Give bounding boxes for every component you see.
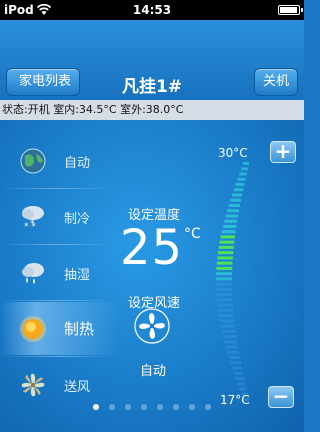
- arc-segment: [216, 293, 233, 297]
- fan-icon[interactable]: [134, 308, 170, 344]
- snow-cloud-icon: * * *: [22, 206, 44, 232]
- arc-segment: [219, 319, 235, 323]
- mode-list: 自动 * * * 制冷 抽湿 制热 送风: [0, 120, 120, 432]
- arc-segment: [237, 382, 246, 386]
- arc-segment: [237, 177, 246, 181]
- mode-label: 制冷: [64, 212, 91, 227]
- arc-segment: [216, 277, 233, 281]
- page-dot[interactable]: [141, 404, 147, 410]
- mode-item-dehumidify[interactable]: 抽湿: [0, 246, 120, 299]
- arc-segment: [228, 203, 240, 207]
- arc-segment: [241, 167, 248, 171]
- mode-label: 制热: [64, 320, 95, 338]
- arc-segment: [224, 340, 238, 344]
- mode-label: 抽湿: [64, 268, 91, 283]
- status-line: 状态:开机 室内:34.5°C 室外:38.0°C: [0, 100, 304, 120]
- navigation-bar: 家电列表 凡挂1# 关机: [0, 20, 304, 100]
- arc-segment: [217, 308, 234, 312]
- increase-temperature-button[interactable]: +: [270, 141, 296, 163]
- divider: [0, 356, 112, 357]
- arc-segment: [239, 172, 247, 176]
- mode-label: 自动: [64, 156, 91, 171]
- divider: [0, 188, 112, 189]
- page-dot[interactable]: [157, 404, 163, 410]
- page-dot[interactable]: [189, 404, 195, 410]
- page-dot[interactable]: [205, 404, 211, 410]
- temperature-value: 25: [120, 220, 184, 276]
- page-dot[interactable]: [109, 404, 115, 410]
- mode-item-heat[interactable]: 制热: [0, 302, 120, 355]
- page-indicator[interactable]: [0, 404, 304, 410]
- arc-segment: [216, 298, 233, 302]
- temperature-arc[interactable]: [200, 158, 260, 404]
- arc-segment-active: [217, 256, 233, 260]
- temperature-unit: °C: [184, 226, 201, 242]
- page-dot[interactable]: [125, 404, 131, 410]
- arc-segment-active: [217, 251, 234, 255]
- control-panel: 自动 * * * 制冷 抽湿 制热 送风 设定温度 25 °C 设定风速 自动 …: [0, 120, 304, 432]
- arc-segment: [220, 324, 235, 328]
- clock: 14:53: [132, 3, 172, 17]
- arc-segment: [225, 345, 239, 349]
- globe-icon: [20, 148, 46, 174]
- arc-segment-active: [220, 235, 235, 239]
- mode-item-auto[interactable]: 自动: [0, 134, 120, 187]
- temperature-panel: 设定温度 25 °C 设定风速 自动: [112, 120, 202, 432]
- arc-segment: [221, 329, 236, 333]
- arc-segment-active: [216, 266, 233, 270]
- arc-segment: [243, 162, 249, 165]
- arc-segment: [221, 230, 236, 234]
- arc-segment: [232, 193, 243, 197]
- arc-segment: [233, 188, 244, 192]
- arc-segment: [225, 214, 239, 218]
- pinwheel-icon: [21, 373, 45, 397]
- arc-segment: [227, 209, 240, 213]
- device-status-bar: iPod 14:53: [0, 0, 304, 20]
- arc-segment: [216, 287, 233, 291]
- arc-segment: [224, 219, 238, 223]
- sun-icon: [20, 316, 46, 342]
- arc-segment: [216, 272, 233, 276]
- arc-segment: [218, 314, 234, 318]
- arc-segment: [230, 361, 242, 365]
- arc-segment: [235, 377, 245, 381]
- fan-speed-value: 自动: [140, 364, 167, 379]
- arc-segment: [217, 303, 233, 307]
- divider: [0, 300, 112, 301]
- arc-segment: [235, 182, 245, 186]
- arc-segment: [239, 387, 247, 391]
- arc-segment: [216, 282, 233, 286]
- arc-segment: [228, 356, 240, 360]
- cloud-drop-icon: [22, 263, 44, 284]
- arc-segment-active: [219, 240, 235, 244]
- arc-segment-active: [218, 245, 234, 249]
- arc-segment: [232, 366, 243, 370]
- arc-segment: [230, 198, 242, 202]
- divider: [0, 244, 112, 245]
- power-off-button[interactable]: 关机: [253, 68, 298, 96]
- svg-text:*: *: [30, 219, 35, 229]
- mode-item-cool[interactable]: * * * 制冷: [0, 190, 120, 243]
- arc-segment: [227, 350, 240, 354]
- arc-segment-active: [216, 261, 233, 265]
- arc-segment: [222, 335, 237, 339]
- arc-segment: [233, 371, 244, 375]
- mode-label: 送风: [64, 380, 91, 395]
- battery-icon: [278, 5, 303, 15]
- page-dot[interactable]: [173, 404, 179, 410]
- arc-segment: [222, 224, 237, 228]
- page-dot[interactable]: [93, 404, 99, 410]
